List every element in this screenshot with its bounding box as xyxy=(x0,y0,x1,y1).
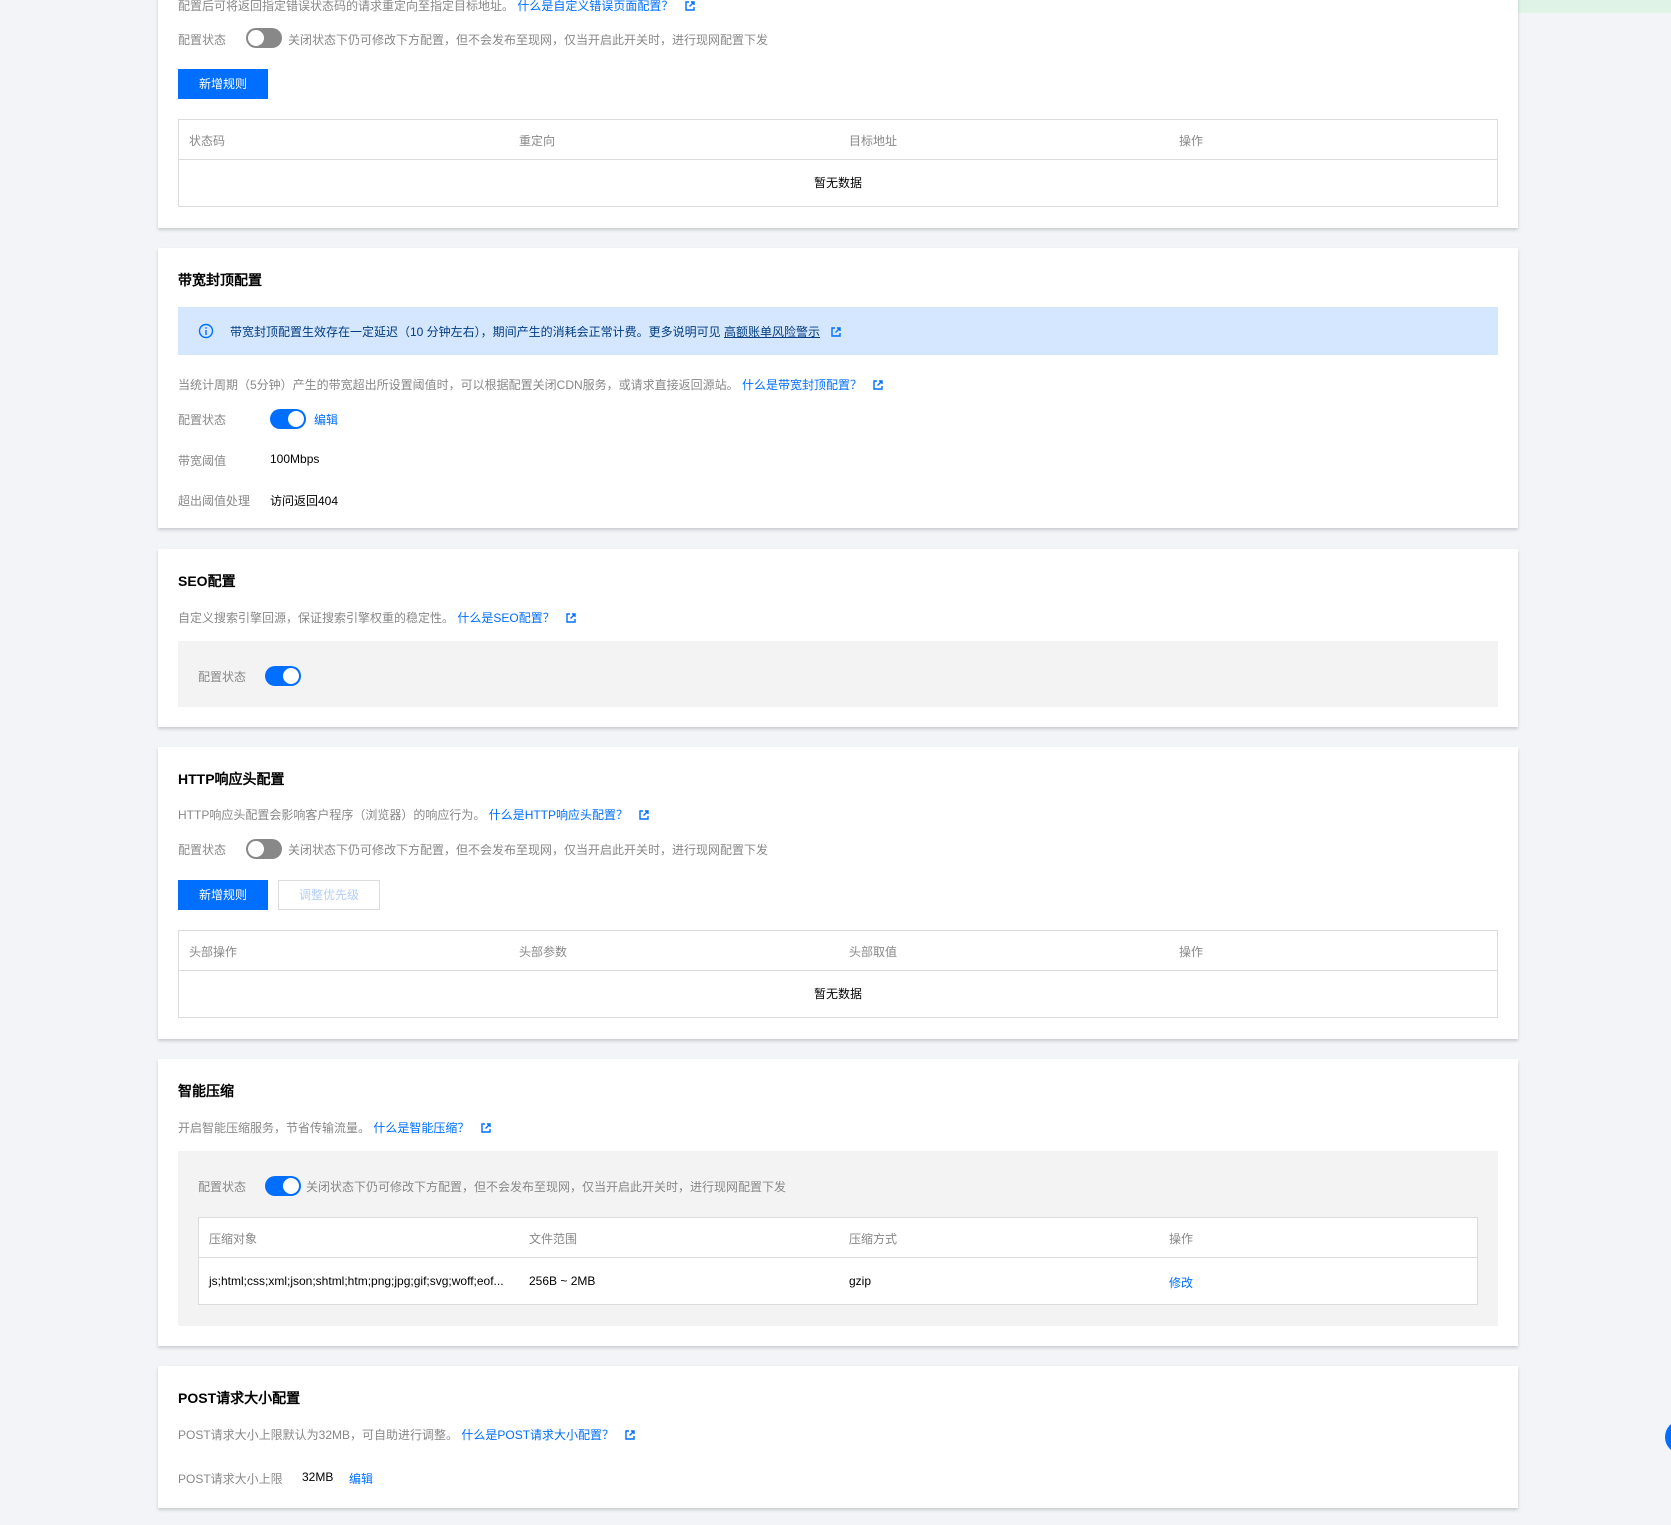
http-header-status-switch[interactable] xyxy=(246,839,282,859)
compress-status-box: 配置状态 关闭状态下仍可修改下方配置，但不会发布至现网，仅当开启此开关时，进行现… xyxy=(178,1151,1498,1326)
bandwidth-help-link[interactable]: 什么是带宽封顶配置？ xyxy=(742,378,862,392)
page: 配置后可将返回指定错误状态码的请求重定向至指定目标地址。 什么是自定义错误页面配… xyxy=(0,0,1671,1525)
post-desc: POST请求大小上限默认为32MB，可自助进行调整。 什么是POST请求大小配置… xyxy=(178,1426,636,1443)
post-limit-label: POST请求大小上限 xyxy=(178,1472,283,1486)
compress-desc: 开启智能压缩服务，节省传输流量。 什么是智能压缩？ xyxy=(178,1119,491,1136)
post-limit-value: 32MB xyxy=(302,1470,334,1484)
compress-status-switch[interactable] xyxy=(265,1176,301,1196)
bandwidth-exceed-value: 访问返回404 xyxy=(270,494,339,508)
bandwidth-desc: 当统计周期（5分钟）产生的带宽超出所设置阈值时，可以根据配置关闭CDN服务，或请… xyxy=(178,376,884,393)
error-page-card: 配置后可将返回指定错误状态码的请求重定向至指定目标地址。 什么是自定义错误页面配… xyxy=(158,0,1518,228)
column-header: 操作 xyxy=(1169,1232,1194,1246)
compress-help-link[interactable]: 什么是智能压缩？ xyxy=(373,1121,469,1135)
seo-status-label: 配置状态 xyxy=(198,670,247,684)
bandwidth-threshold-value: 100Mbps xyxy=(270,452,320,466)
bandwidth-status-switch[interactable] xyxy=(270,409,306,429)
column-header: 目标地址 xyxy=(849,134,898,148)
http-header-status-label: 配置状态 xyxy=(178,843,227,857)
external-link-icon[interactable] xyxy=(831,327,842,337)
seo-desc: 自定义搜索引擎回源，保证搜索引擎权重的稳定性。 什么是SEO配置？ xyxy=(178,609,576,626)
http-header-desc: HTTP响应头配置会影响客户程序（浏览器）的响应行为。 什么是HTTP响应头配置… xyxy=(178,806,650,823)
bandwidth-title: 带宽封顶配置 xyxy=(178,272,262,288)
compress-card: 智能压缩 开启智能压缩服务，节省传输流量。 什么是智能压缩？ 配置状态 关闭状态… xyxy=(158,1059,1518,1346)
bandwidth-notice: 带宽封顶配置生效存在一定延迟（10 分钟左右），期间产生的消耗会正常计费。更多说… xyxy=(178,307,1498,355)
http-header-title: HTTP响应头配置 xyxy=(178,771,285,787)
bandwidth-edit-link[interactable]: 编辑 xyxy=(314,411,338,428)
compress-status-tip: 关闭状态下仍可修改下方配置，但不会发布至现网，仅当开启此开关时，进行现网配置下发 xyxy=(306,1180,787,1194)
column-header: 状态码 xyxy=(189,134,226,148)
empty-row: 暂无数据 xyxy=(813,987,862,1001)
post-edit-link[interactable]: 编辑 xyxy=(349,1470,373,1487)
error-page-add-rule-button[interactable]: 新增规则 xyxy=(178,69,268,99)
column-header: 头部参数 xyxy=(519,945,568,959)
error-page-status-tip: 关闭状态下仍可修改下方配置，但不会发布至现网，仅当开启此开关时，进行现网配置下发 xyxy=(288,33,769,47)
compress-range-cell: 256B ~ 2MB xyxy=(529,1274,596,1288)
compress-status-label: 配置状态 xyxy=(198,1180,247,1194)
error-page-table: 状态码 重定向 目标地址 操作 暂无数据 xyxy=(178,119,1498,207)
error-page-status-switch[interactable] xyxy=(246,28,282,48)
table-header: 压缩对象 文件范围 压缩方式 操作 xyxy=(199,1218,1477,1258)
post-title: POST请求大小配置 xyxy=(178,1390,301,1406)
http-header-add-rule-button[interactable]: 新增规则 xyxy=(178,880,268,910)
external-link-icon[interactable] xyxy=(625,1430,636,1440)
error-page-status-label: 配置状态 xyxy=(178,33,227,47)
table-header: 状态码 重定向 目标地址 操作 xyxy=(179,120,1497,160)
column-header: 重定向 xyxy=(519,134,556,148)
floating-help-button[interactable] xyxy=(1665,1420,1671,1454)
table-row: js;html;css;xml;json;shtml;htm;png;jpg;g… xyxy=(199,1258,1477,1304)
seo-help-link[interactable]: 什么是SEO配置？ xyxy=(457,611,554,625)
post-card: POST请求大小配置 POST请求大小上限默认为32MB，可自助进行调整。 什么… xyxy=(158,1366,1518,1508)
column-header: 头部操作 xyxy=(189,945,238,959)
empty-row: 暂无数据 xyxy=(813,176,862,190)
http-header-table: 头部操作 头部参数 头部取值 操作 暂无数据 xyxy=(178,930,1498,1018)
seo-title: SEO配置 xyxy=(178,573,236,589)
external-link-icon[interactable] xyxy=(481,1123,491,1133)
bandwidth-notice-text: 带宽封顶配置生效存在一定延迟（10 分钟左右），期间产生的消耗会正常计费。更多说… xyxy=(230,323,842,340)
column-header: 压缩对象 xyxy=(209,1232,258,1246)
compress-title: 智能压缩 xyxy=(178,1083,234,1099)
info-icon xyxy=(198,323,214,339)
external-link-icon[interactable] xyxy=(685,1,695,11)
http-header-help-link[interactable]: 什么是HTTP响应头配置？ xyxy=(489,808,628,822)
compress-object-cell: js;html;css;xml;json;shtml;htm;png;jpg;g… xyxy=(209,1274,504,1288)
bill-risk-link[interactable]: 高额账单风险警示 xyxy=(724,325,820,339)
column-header: 操作 xyxy=(1179,134,1204,148)
error-page-help-link[interactable]: 什么是自定义错误页面配置？ xyxy=(517,0,673,13)
seo-card: SEO配置 自定义搜索引擎回源，保证搜索引擎权重的稳定性。 什么是SEO配置？ … xyxy=(158,549,1518,727)
error-page-desc: 配置后可将返回指定错误状态码的请求重定向至指定目标地址。 什么是自定义错误页面配… xyxy=(178,0,695,14)
bandwidth-exceed-label: 超出阈值处理 xyxy=(178,494,251,508)
http-header-card: HTTP响应头配置 HTTP响应头配置会影响客户程序（浏览器）的响应行为。 什么… xyxy=(158,747,1518,1039)
external-link-icon[interactable] xyxy=(639,810,650,820)
compress-table: 压缩对象 文件范围 压缩方式 操作 js;html;css;xml;json;s… xyxy=(198,1217,1478,1305)
table-header: 头部操作 头部参数 头部取值 操作 xyxy=(179,931,1497,971)
seo-status-box: 配置状态 xyxy=(178,641,1498,707)
column-header: 文件范围 xyxy=(529,1232,578,1246)
bandwidth-threshold-label: 带宽阈值 xyxy=(178,454,227,468)
column-header: 压缩方式 xyxy=(849,1232,898,1246)
post-help-link[interactable]: 什么是POST请求大小配置？ xyxy=(461,1428,614,1442)
column-header: 操作 xyxy=(1179,945,1204,959)
http-header-status-tip: 关闭状态下仍可修改下方配置，但不会发布至现网，仅当开启此开关时，进行现网配置下发 xyxy=(288,843,769,857)
compress-modify-link[interactable]: 修改 xyxy=(1169,1274,1193,1291)
seo-status-switch[interactable] xyxy=(265,666,301,686)
compress-method-cell: gzip xyxy=(849,1274,872,1288)
column-header: 头部取值 xyxy=(849,945,898,959)
external-link-icon[interactable] xyxy=(873,380,884,390)
external-link-icon[interactable] xyxy=(566,613,576,623)
adjust-priority-button[interactable]: 调整优先级 xyxy=(278,880,380,910)
bandwidth-card: 带宽封顶配置 带宽封顶配置生效存在一定延迟（10 分钟左右），期间产生的消耗会正… xyxy=(158,248,1518,528)
bandwidth-status-label: 配置状态 xyxy=(178,413,227,427)
